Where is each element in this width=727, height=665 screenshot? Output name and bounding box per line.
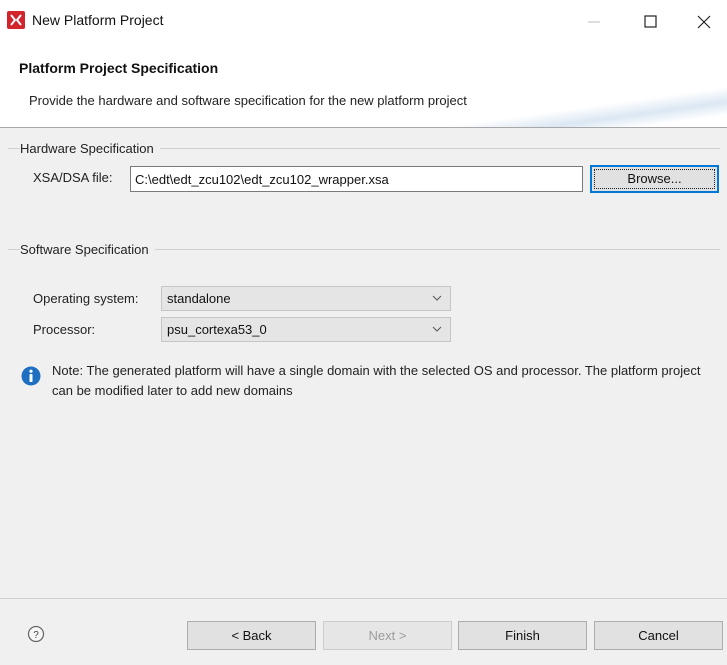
finish-button-label: Finish	[505, 628, 540, 643]
wizard-banner	[0, 44, 727, 128]
xilinx-logo-icon	[7, 11, 25, 29]
processor-label: Processor:	[33, 322, 96, 337]
info-icon	[21, 366, 41, 386]
chevron-down-icon	[432, 295, 442, 301]
os-label: Operating system:	[33, 291, 139, 306]
software-group-label: Software Specification	[20, 242, 155, 257]
back-button-label: < Back	[231, 628, 272, 643]
minimize-icon[interactable]	[574, 6, 614, 38]
browse-button-label: Browse...	[627, 171, 682, 186]
note-text: Note: The generated platform will have a…	[52, 363, 701, 398]
next-button[interactable]: Next >	[323, 621, 452, 650]
cancel-button-label: Cancel	[638, 628, 679, 643]
finish-button[interactable]: Finish	[458, 621, 587, 650]
os-select-value: standalone	[167, 291, 231, 306]
window-title: New Platform Project	[32, 12, 164, 28]
page-description: Provide the hardware and software specif…	[29, 93, 467, 108]
os-select[interactable]: standalone	[161, 286, 451, 311]
browse-button[interactable]: Browse...	[590, 165, 719, 193]
page-title: Platform Project Specification	[19, 60, 219, 76]
svg-text:?: ?	[33, 630, 39, 641]
xsa-file-label: XSA/DSA file:	[33, 170, 113, 185]
help-icon[interactable]: ?	[27, 625, 45, 643]
next-button-label: Next >	[368, 628, 407, 643]
back-button[interactable]: < Back	[187, 621, 316, 650]
cancel-button[interactable]: Cancel	[594, 621, 723, 650]
processor-select[interactable]: psu_cortexa53_0	[161, 317, 451, 342]
close-icon[interactable]	[684, 6, 724, 38]
hardware-group-label: Hardware Specification	[20, 141, 160, 156]
maximize-icon[interactable]	[630, 6, 670, 38]
chevron-down-icon	[432, 326, 442, 332]
title-bar: New Platform Project	[0, 0, 727, 44]
xsa-file-input[interactable]	[130, 166, 583, 192]
processor-select-value: psu_cortexa53_0	[167, 322, 267, 337]
wizard-content: Hardware Specification XSA/DSA file: Bro…	[0, 128, 727, 598]
